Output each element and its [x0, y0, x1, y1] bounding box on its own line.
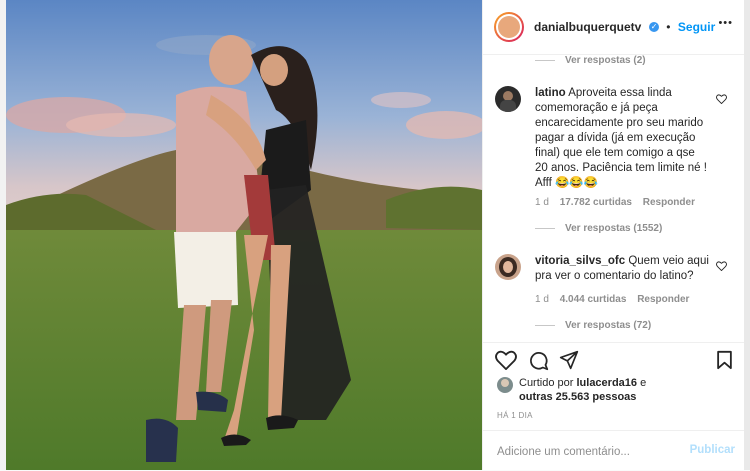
post-header: danialbuquerquetv ✓ • Seguir ••• — [483, 0, 745, 55]
liked-by: Curtido por lulacerda16 e outras 25.563 … — [519, 376, 734, 404]
replies-line — [535, 227, 555, 229]
view-replies-top[interactable]: Ver respostas (2) — [535, 55, 646, 66]
comments-panel: danialbuquerquetv ✓ • Seguir ••• Ver res… — [482, 0, 745, 470]
post-timestamp[interactable]: HÁ 1 DIA — [497, 411, 533, 420]
like-heart-icon[interactable] — [495, 350, 517, 370]
save-bookmark-icon[interactable] — [716, 350, 733, 370]
comment-vitoria: vitoria_silvs_ofc Quem veio aqui pra ver… — [535, 254, 710, 284]
liked-others[interactable]: outras 25.563 pessoas — [519, 391, 636, 403]
comment-composer: Publicar — [483, 430, 745, 471]
replies-line — [535, 59, 555, 61]
comment-vitoria-age: 1 d — [535, 294, 549, 305]
follow-button[interactable]: Seguir — [678, 20, 715, 34]
verified-badge-icon: ✓ — [648, 22, 659, 32]
latino-avatar[interactable] — [495, 86, 521, 112]
comment-latino-username[interactable]: latino — [535, 87, 566, 99]
more-options-icon[interactable]: ••• — [718, 17, 733, 29]
comment-latino-age: 1 d — [535, 197, 549, 208]
publish-button[interactable]: Publicar — [690, 444, 735, 456]
comment-latino-text: Aproveita essa linda comemoração e já pe… — [535, 87, 707, 189]
comment-latino-meta: 1 d 17.782 curtidas Responder — [535, 197, 695, 208]
account-line: danialbuquerquetv ✓ • Seguir — [534, 18, 715, 36]
page-scroll-edge — [744, 0, 750, 470]
comment-vitoria-username[interactable]: vitoria_silvs_ofc — [535, 255, 625, 267]
liked-prefix: Curtido por — [519, 377, 574, 389]
view-replies-vitoria[interactable]: Ver respostas (72) — [535, 320, 651, 331]
replies-line — [535, 324, 555, 326]
liked-user[interactable]: lulacerda16 — [576, 377, 637, 389]
account-username[interactable]: danialbuquerquetv — [534, 20, 641, 34]
divider — [483, 342, 745, 343]
view-replies-latino[interactable]: Ver respostas (1552) — [535, 223, 662, 234]
comment-vitoria-meta: 1 d 4.044 curtidas Responder — [535, 294, 689, 305]
comment-latino: latino Aproveita essa linda comemoração … — [535, 86, 710, 191]
like-comment-vitoria-heart-icon[interactable] — [716, 261, 727, 271]
view-replies-vitoria-label: Ver respostas (72) — [565, 320, 652, 331]
liker-avatar[interactable] — [497, 377, 513, 393]
sunset-photo — [6, 0, 482, 470]
share-paper-plane-icon[interactable] — [559, 350, 579, 370]
vitoria-avatar[interactable] — [495, 254, 521, 280]
comment-vitoria-reply[interactable]: Responder — [637, 294, 689, 305]
comment-vitoria-likes[interactable]: 4.044 curtidas — [560, 294, 627, 305]
comment-latino-reply[interactable]: Responder — [643, 197, 695, 208]
separator-dot: • — [666, 20, 671, 34]
liked-and: e — [640, 377, 647, 389]
post-actions — [483, 350, 745, 376]
comment-bubble-icon[interactable] — [528, 350, 549, 371]
account-avatar[interactable] — [494, 12, 524, 42]
like-comment-latino-heart-icon[interactable] — [716, 94, 727, 104]
view-replies-latino-label: Ver respostas (1552) — [565, 223, 663, 234]
comment-input[interactable] — [495, 441, 679, 463]
post-photo[interactable] — [6, 0, 482, 470]
comment-latino-likes[interactable]: 17.782 curtidas — [560, 197, 632, 208]
view-replies-top-label: Ver respostas (2) — [565, 55, 646, 66]
